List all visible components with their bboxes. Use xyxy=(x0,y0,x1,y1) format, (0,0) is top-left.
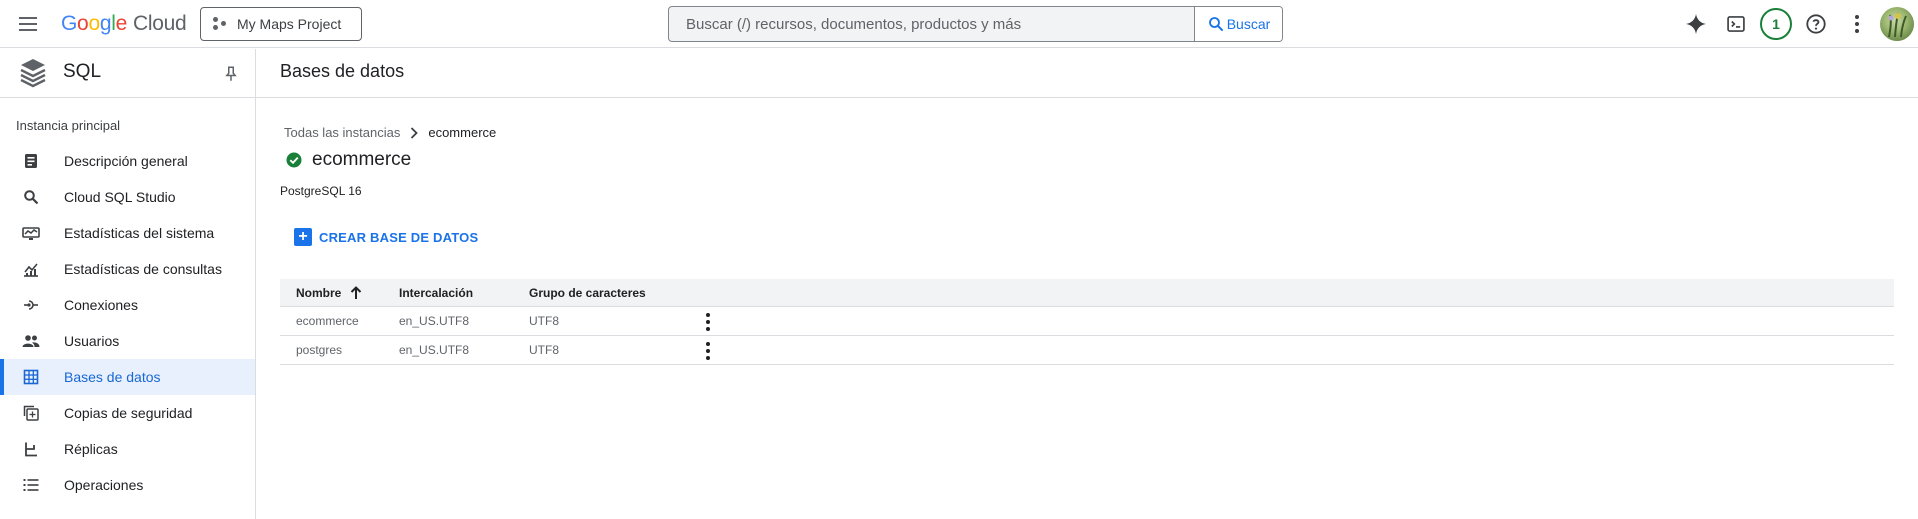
database-charset: UTF8 xyxy=(529,343,559,357)
databases-icon xyxy=(22,368,40,386)
database-name: postgres xyxy=(296,343,343,357)
page-title: Bases de datos xyxy=(280,61,405,81)
sidebar-item-system-insights[interactable]: Estadísticas del sistema xyxy=(0,215,255,251)
sidebar-item-label: Copias de seguridad xyxy=(64,405,193,421)
column-header-collation[interactable]: Intercalación xyxy=(399,279,473,306)
sidebar-item-databases[interactable]: Bases de datos xyxy=(0,359,255,395)
database-collation: en_US.UTF8 xyxy=(399,314,470,328)
replicas-icon xyxy=(22,440,40,458)
project-icon xyxy=(213,17,227,31)
pin-icon[interactable] xyxy=(222,65,240,83)
search-bar: Buscar xyxy=(668,6,1283,42)
sidebar-item-users[interactable]: Usuarios xyxy=(0,323,255,359)
account-avatar[interactable] xyxy=(1880,7,1914,41)
sidebar-item-cloud-sql-studio[interactable]: Cloud SQL Studio xyxy=(0,179,255,215)
sidebar-item-replicas[interactable]: Réplicas xyxy=(0,431,255,467)
database-version: PostgreSQL 16 xyxy=(280,184,362,198)
search-button[interactable]: Buscar xyxy=(1194,7,1282,41)
search-input[interactable] xyxy=(669,7,1194,41)
table-row: postgres en_US.UTF8 UTF8 xyxy=(280,336,1894,365)
project-picker-button[interactable]: My Maps Project xyxy=(200,7,362,41)
overview-icon xyxy=(22,152,40,170)
sidebar-section-label: Instancia principal xyxy=(16,118,121,133)
sidebar-title: SQL xyxy=(63,61,102,82)
search-icon xyxy=(22,188,40,206)
column-header-charset[interactable]: Grupo de caracteres xyxy=(529,279,646,306)
column-header-name[interactable]: Nombre xyxy=(296,279,362,306)
sidebar-nav: Descripción general Cloud SQL Studio Est… xyxy=(0,143,255,503)
instance-header: ecommerce xyxy=(286,149,411,171)
sidebar-item-label: Estadísticas de consultas xyxy=(64,261,222,277)
more-options-icon[interactable] xyxy=(1842,9,1872,39)
table-row: ecommerce en_US.UTF8 UTF8 xyxy=(280,307,1894,336)
breadcrumb: Todas las instancias ecommerce xyxy=(284,125,496,140)
breadcrumb-current: ecommerce xyxy=(428,125,497,140)
sidebar-item-label: Cloud SQL Studio xyxy=(64,189,176,205)
search-button-label: Buscar xyxy=(1226,16,1271,32)
sidebar-item-backups[interactable]: Copias de seguridad xyxy=(0,395,255,431)
sidebar-item-operations[interactable]: Operaciones xyxy=(0,467,255,503)
gemini-sparkle-icon[interactable] xyxy=(1681,9,1711,39)
help-icon[interactable] xyxy=(1801,9,1831,39)
instance-name: ecommerce xyxy=(312,149,412,170)
google-cloud-logo[interactable]: Google Cloud xyxy=(61,10,187,38)
operations-icon xyxy=(22,476,40,494)
create-database-label: CREAR BASE DE DATOS xyxy=(319,229,479,245)
header-divider xyxy=(256,97,1918,98)
sidebar-item-label: Usuarios xyxy=(64,333,120,349)
chevron-right-icon xyxy=(411,126,419,139)
row-more-actions-icon[interactable] xyxy=(698,311,718,332)
sort-ascending-icon xyxy=(351,285,362,299)
search-icon xyxy=(1208,17,1223,31)
top-bar: GoogleCloud My Maps Project Buscar 1 xyxy=(0,0,1918,48)
main-menu-icon[interactable] xyxy=(12,12,44,36)
system-insights-icon xyxy=(22,224,40,242)
database-charset: UTF8 xyxy=(529,314,559,328)
sidebar-item-overview[interactable]: Descripción general xyxy=(0,143,255,179)
add-icon: + xyxy=(294,228,312,246)
sql-product-icon xyxy=(20,59,46,88)
sidebar-item-label: Réplicas xyxy=(64,441,118,457)
breadcrumb-all-instances-link[interactable]: Todas las instancias xyxy=(284,125,400,140)
row-more-actions-icon[interactable] xyxy=(698,340,718,361)
sidebar-item-label: Operaciones xyxy=(64,477,144,493)
sidebar-item-label: Conexiones xyxy=(64,297,138,313)
create-database-button[interactable]: + CREAR BASE DE DATOS xyxy=(294,228,478,246)
project-name: My Maps Project xyxy=(237,16,342,32)
users-icon xyxy=(22,332,40,350)
backups-icon xyxy=(22,404,40,422)
sidebar-item-label: Estadísticas del sistema xyxy=(64,225,215,241)
databases-table: Nombre Intercalación Grupo de caracteres… xyxy=(280,279,1894,365)
sidebar-item-label: Bases de datos xyxy=(64,369,161,385)
connections-icon xyxy=(22,296,40,314)
notifications-badge[interactable]: 1 xyxy=(1760,8,1792,40)
query-insights-icon xyxy=(22,260,40,278)
cloud-shell-icon[interactable] xyxy=(1721,9,1751,39)
sidebar-item-label: Descripción general xyxy=(64,153,188,169)
database-collation: en_US.UTF8 xyxy=(399,343,470,357)
sidebar-item-query-insights[interactable]: Estadísticas de consultas xyxy=(0,251,255,287)
status-ok-icon xyxy=(286,152,302,168)
table-header: Nombre Intercalación Grupo de caracteres xyxy=(280,279,1894,307)
sidebar-header: SQL xyxy=(0,49,255,98)
sidebar: SQL Instancia principal Descripción gene… xyxy=(0,49,256,519)
database-name: ecommerce xyxy=(296,314,359,328)
sidebar-item-connections[interactable]: Conexiones xyxy=(0,287,255,323)
